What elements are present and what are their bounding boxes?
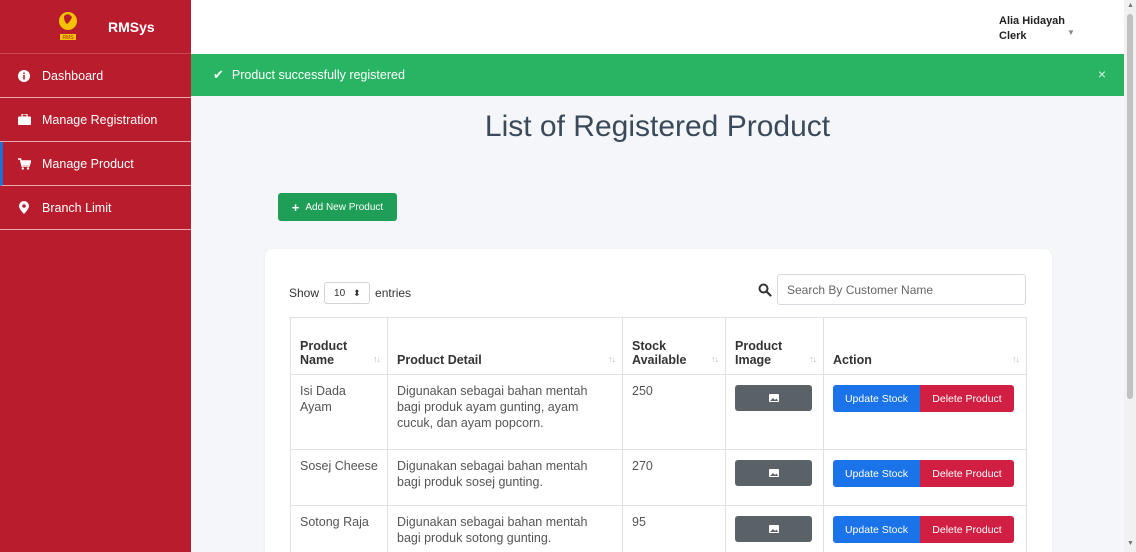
entries-select[interactable]: 10 ⬍ xyxy=(324,282,371,304)
column-header-product-detail[interactable]: Product Detail ↑↓ xyxy=(387,317,623,375)
page-scrollbar[interactable]: ▲ ▼ xyxy=(1124,0,1136,552)
sidebar-item-manage-product[interactable]: Manage Product xyxy=(0,142,191,186)
plus-icon: + xyxy=(291,199,300,215)
app-name: RMSys xyxy=(108,18,155,35)
sidebar-item-branch-limit[interactable]: Branch Limit xyxy=(0,186,191,230)
action-cell: Update Stock Delete Product xyxy=(823,374,1027,450)
add-new-product-label: Add New Product xyxy=(305,201,384,213)
entries-value: 10 xyxy=(334,287,346,299)
sidebar: RMS RMSys Dashboard Manage Registration … xyxy=(0,0,191,552)
action-cell: Update Stock Delete Product xyxy=(823,505,1027,552)
product-name-cell: Sosej Cheese xyxy=(290,449,388,506)
column-header-stock-available[interactable]: Stock Available ↑↓ xyxy=(622,317,726,375)
check-icon: ✔ xyxy=(213,67,224,82)
info-circle-icon xyxy=(17,69,31,83)
stock-cell: 270 xyxy=(622,449,726,506)
product-name-cell: Isi Dada Ayam xyxy=(290,374,388,450)
stock-cell: 95 xyxy=(622,505,726,552)
sort-icon: ↑↓ xyxy=(608,354,616,364)
product-detail-cell: Digunakan sebagai bahan mentah bagi prod… xyxy=(387,449,623,506)
update-stock-button[interactable]: Update Stock xyxy=(833,385,920,412)
action-cell: Update Stock Delete Product xyxy=(823,449,1027,506)
column-header-product-name[interactable]: Product Name ↑↓ xyxy=(290,317,388,375)
svg-text:RMS: RMS xyxy=(62,35,74,41)
table-header-row: Product Name ↑↓ Product Detail ↑↓ Stock … xyxy=(290,317,1027,375)
sidebar-item-label: Manage Product xyxy=(42,156,134,171)
sidebar-item-label: Dashboard xyxy=(42,68,104,83)
scroll-down-icon[interactable]: ▼ xyxy=(1127,540,1134,547)
image-icon xyxy=(768,469,779,477)
table-row: Sotong Raja Digunakan sebagai bahan ment… xyxy=(290,505,1027,552)
sidebar-item-label: Branch Limit xyxy=(42,200,112,215)
view-image-button[interactable] xyxy=(735,385,812,411)
sidebar-item-manage-registration[interactable]: Manage Registration xyxy=(0,98,191,142)
view-image-button[interactable] xyxy=(735,460,812,486)
product-name-cell: Sotong Raja xyxy=(290,505,388,552)
add-new-product-button[interactable]: + Add New Product xyxy=(278,193,397,221)
close-icon[interactable]: × xyxy=(1098,66,1106,82)
briefcase-icon xyxy=(17,113,31,127)
sort-icon: ↑↓ xyxy=(711,354,719,364)
image-icon xyxy=(768,394,779,402)
rms-logo-icon: RMS xyxy=(59,12,77,41)
table-row: Isi Dada Ayam Digunakan sebagai bahan me… xyxy=(290,374,1027,450)
delete-product-button[interactable]: Delete Product xyxy=(920,516,1014,543)
user-menu[interactable]: Alia Hidayah Clerk xyxy=(999,14,1065,44)
product-table: Product Name ↑↓ Product Detail ↑↓ Stock … xyxy=(290,317,1027,552)
sort-icon: ↑↓ xyxy=(373,354,381,364)
brand[interactable]: RMS RMSys xyxy=(0,0,191,54)
updown-icon: ⬍ xyxy=(353,287,361,298)
view-image-button[interactable] xyxy=(735,516,812,542)
sort-icon: ↑↓ xyxy=(1012,354,1020,364)
scroll-thumb[interactable] xyxy=(1127,14,1133,399)
sort-icon: ↑↓ xyxy=(809,354,817,364)
search-input[interactable] xyxy=(777,274,1026,305)
entries-label: entries xyxy=(375,286,412,300)
chevron-down-icon[interactable]: ▼ xyxy=(1067,28,1075,37)
product-detail-cell: Digunakan sebagai bahan mentah bagi prod… xyxy=(387,505,623,552)
topbar: Alia Hidayah Clerk ▼ xyxy=(191,0,1124,54)
image-icon xyxy=(768,525,779,533)
delete-product-button[interactable]: Delete Product xyxy=(920,385,1014,412)
product-image-cell xyxy=(725,505,824,552)
page-title: List of Registered Product xyxy=(484,110,831,143)
success-alert: ✔ Product successfully registered × xyxy=(191,54,1124,96)
table-row: Sosej Cheese Digunakan sebagai bahan men… xyxy=(290,449,1027,506)
update-stock-button[interactable]: Update Stock xyxy=(833,516,920,543)
product-image-cell xyxy=(725,449,824,506)
user-role: Clerk xyxy=(999,30,1027,42)
map-pin-icon xyxy=(17,201,31,215)
update-stock-button[interactable]: Update Stock xyxy=(833,460,920,487)
column-header-product-image[interactable]: Product Image ↑↓ xyxy=(725,317,824,375)
user-name: Alia Hidayah xyxy=(999,15,1066,27)
show-label: Show xyxy=(289,286,320,300)
sidebar-item-dashboard[interactable]: Dashboard xyxy=(0,54,191,98)
stock-cell: 250 xyxy=(622,374,726,450)
entries-control: Show 10 ⬍ entries xyxy=(289,282,411,304)
cart-icon xyxy=(17,157,31,171)
search-icon xyxy=(758,283,772,297)
product-image-cell xyxy=(725,374,824,450)
column-header-action[interactable]: Action ↑↓ xyxy=(823,317,1027,375)
delete-product-button[interactable]: Delete Product xyxy=(920,460,1014,487)
sidebar-item-label: Manage Registration xyxy=(42,112,158,127)
product-detail-cell: Digunakan sebagai bahan mentah bagi prod… xyxy=(387,374,623,450)
scroll-up-icon[interactable]: ▲ xyxy=(1127,2,1134,9)
alert-message: Product successfully registered xyxy=(231,68,405,82)
